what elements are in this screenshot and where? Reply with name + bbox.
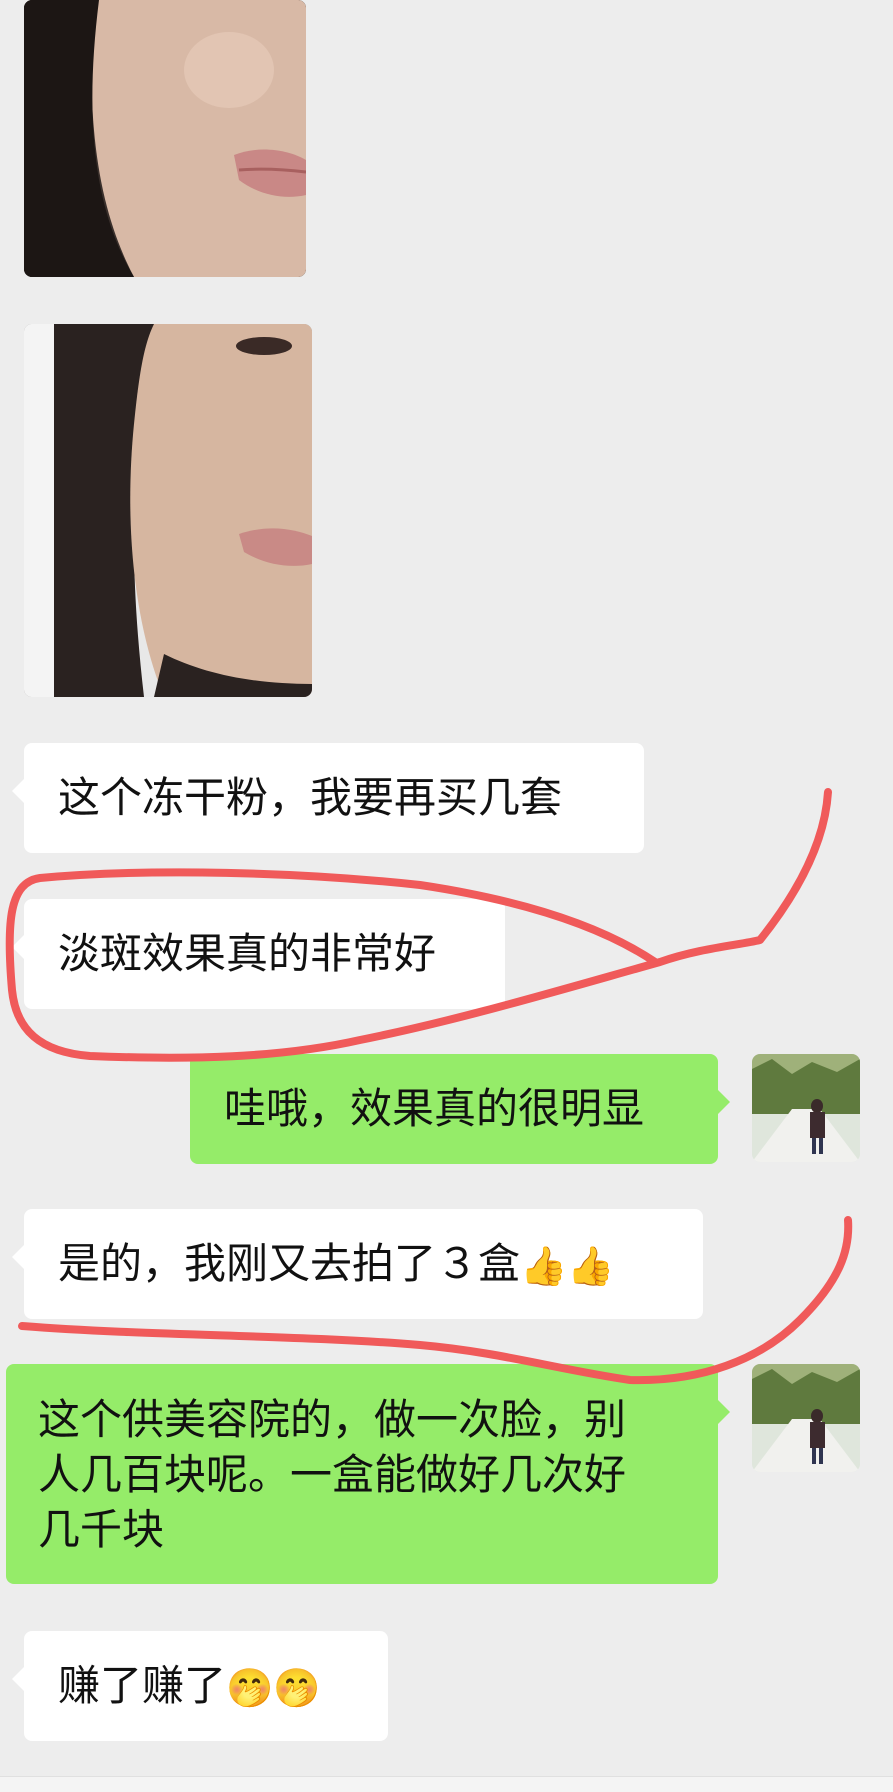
message-bubble-4[interactable]: 是的，我刚又去拍了３盒👍👍 [12,1209,703,1319]
message-photo-1[interactable] [24,0,306,277]
message-text: 是的，我刚又去拍了３盒 [58,1239,521,1288]
message-text: 赚了赚了 [58,1661,227,1710]
bubble-tail [12,1245,24,1269]
bubble-tail [12,1667,24,1691]
message-photo-2[interactable] [24,324,312,697]
thumbs-up-icon: 👍 [520,1244,568,1288]
message-text-line-2: 人几百块呢。一盒能做好几次好 [38,1450,627,1499]
thumbs-up-icon: 👍 [567,1244,615,1288]
avatar-photo [752,1054,860,1162]
bubble-tail [12,935,24,959]
my-avatar-1[interactable] [752,1054,860,1162]
selfie-photo-2 [24,324,312,697]
message-bubble-6[interactable]: 赚了赚了🤭🤭 [12,1631,388,1741]
thinking-face-icon: 🤭 [226,1666,274,1710]
message-bubble-5[interactable]: 这个供美容院的，做一次脸，别 人几百块呢。一盒能做好几次好 几千块 [6,1364,730,1584]
my-avatar-2[interactable] [752,1364,860,1472]
bubble-tail [718,1400,730,1424]
thinking-face-icon: 🤭 [273,1666,321,1710]
bottom-bar [0,1776,893,1792]
message-bubble-3[interactable]: 哇哦，效果真的很明显 [190,1054,730,1164]
message-text: 这个冻干粉，我要再买几套 [58,773,563,822]
avatar-photo [752,1364,860,1472]
bubble-tail [718,1090,730,1114]
message-text: 淡斑效果真的非常好 [58,929,437,978]
message-bubble-1[interactable]: 这个冻干粉，我要再买几套 [12,743,644,853]
message-bubble-2[interactable]: 淡斑效果真的非常好 [12,899,505,1009]
message-text-line-3: 几千块 [38,1505,165,1554]
message-text-line-1: 这个供美容院的，做一次脸，别 [38,1395,627,1444]
selfie-photo-1 [24,0,306,277]
bubble-tail [12,779,24,803]
message-text: 哇哦，效果真的很明显 [224,1084,645,1133]
